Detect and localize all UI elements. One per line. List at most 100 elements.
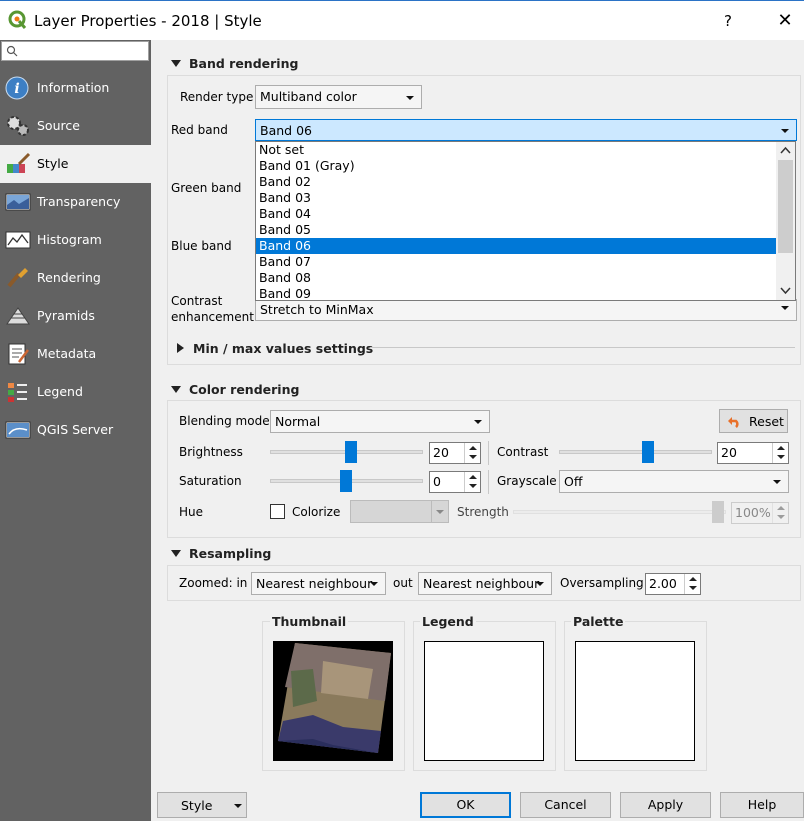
sidebar-item-label: Legend	[37, 384, 83, 399]
strength-spinbox[interactable]: 100%	[731, 502, 789, 524]
colorize-checkbox[interactable]	[270, 504, 285, 519]
chevron-down-icon	[536, 582, 544, 586]
sidebar-item-label: Histogram	[37, 232, 102, 247]
band-option[interactable]: Band 02	[256, 174, 776, 190]
band-option-selected[interactable]: Band 06	[256, 238, 776, 254]
render-type-select[interactable]: Multiband color	[255, 85, 422, 109]
brightness-spinbox[interactable]: 20	[429, 442, 481, 464]
style-menu-button[interactable]: Style	[157, 792, 247, 818]
palette-title: Palette	[571, 614, 626, 629]
oversampling-label: Oversampling	[560, 576, 644, 590]
saturation-slider-handle[interactable]	[340, 470, 352, 492]
scrollbar-thumb[interactable]	[778, 160, 793, 253]
search-input[interactable]	[1, 41, 149, 61]
spin-arrows-icon[interactable]	[772, 443, 788, 463]
close-icon[interactable]: ✕	[770, 9, 800, 33]
sidebar-item-style[interactable]: Style	[0, 145, 151, 183]
saturation-spinbox[interactable]: 0	[429, 471, 481, 493]
band-option[interactable]: Band 08	[256, 270, 776, 286]
blending-mode-select[interactable]: Normal	[270, 410, 490, 433]
grayscale-select[interactable]: Off	[559, 470, 789, 493]
scroll-down-icon[interactable]	[780, 287, 791, 295]
red-band-label: Red band	[171, 123, 228, 137]
ok-button[interactable]: OK	[420, 792, 511, 818]
render-type-label: Render type	[180, 90, 254, 104]
strength-slider-handle[interactable]	[712, 501, 724, 523]
dropdown-scrollbar[interactable]	[776, 142, 795, 300]
apply-button[interactable]: Apply	[620, 792, 711, 818]
zoomed-out-label: out	[393, 576, 413, 590]
minmax-settings-title[interactable]: Min / max values settings	[193, 341, 373, 356]
sidebar-item-rendering[interactable]: Rendering	[0, 259, 151, 297]
band-option[interactable]: Band 09	[256, 286, 776, 300]
svg-text:i: i	[14, 81, 19, 97]
band-option[interactable]: Band 03	[256, 190, 776, 206]
legend-preview-box	[424, 641, 544, 761]
resampling-title: Resampling	[189, 546, 272, 561]
sidebar-item-histogram[interactable]: Histogram	[0, 221, 151, 259]
band-rendering-title: Band rendering	[189, 56, 299, 71]
information-icon: i	[5, 76, 29, 100]
spin-arrows-icon[interactable]	[464, 443, 480, 463]
band-option[interactable]: Band 07	[256, 254, 776, 270]
help-icon[interactable]: ?	[714, 9, 742, 33]
band-option[interactable]: Band 05	[256, 222, 776, 238]
scroll-up-icon[interactable]	[780, 146, 791, 154]
grayscale-label: Grayscale	[497, 474, 557, 488]
strength-slider-track[interactable]	[513, 510, 726, 514]
collapse-band-rendering-icon[interactable]	[171, 60, 181, 67]
sidebar-item-legend[interactable]: Legend	[0, 373, 151, 411]
sidebar-item-label: Information	[37, 80, 110, 95]
spin-arrows-icon[interactable]	[684, 574, 700, 594]
saturation-label: Saturation	[179, 474, 242, 488]
band-option[interactable]: Band 04	[256, 206, 776, 222]
collapse-resampling-icon[interactable]	[171, 550, 181, 557]
contrast-slider-track[interactable]	[559, 450, 712, 454]
color-rendering-title: Color rendering	[189, 382, 300, 397]
contrast-label: Contrast	[497, 445, 549, 459]
sidebar-item-source[interactable]: Source	[0, 107, 151, 145]
hue-label: Hue	[179, 505, 204, 519]
band-option[interactable]: Band 01 (Gray)	[256, 158, 776, 174]
legend-preview-title: Legend	[420, 614, 476, 629]
qgis-server-icon	[5, 421, 31, 439]
saturation-value: 0	[433, 474, 441, 489]
sidebar-item-information[interactable]: i Information	[0, 69, 151, 107]
sidebar-item-metadata[interactable]: Metadata	[0, 335, 151, 373]
help-button[interactable]: Help	[720, 792, 804, 818]
band-dropdown-list[interactable]: Not set Band 01 (Gray) Band 02 Band 03 B…	[255, 141, 796, 301]
colorize-color-button[interactable]	[350, 500, 449, 523]
contrast-slider-handle[interactable]	[642, 441, 654, 463]
chevron-down-icon	[436, 510, 444, 514]
contrast-enhancement-label-line2: enhancement	[171, 310, 254, 324]
zoomed-in-select[interactable]: Nearest neighbour	[251, 572, 386, 595]
red-band-select[interactable]: Band 06	[255, 119, 797, 141]
contrast-spinbox[interactable]: 20	[717, 442, 789, 464]
cancel-button[interactable]: Cancel	[520, 792, 611, 818]
sidebar-item-pyramids[interactable]: Pyramids	[0, 297, 151, 335]
contrast-enhancement-select[interactable]: Stretch to MinMax	[255, 299, 797, 321]
expand-minmax-icon[interactable]	[177, 343, 184, 353]
window-title: Layer Properties - 2018 | Style	[34, 12, 262, 30]
spin-arrows-icon[interactable]	[464, 472, 480, 492]
oversampling-spinbox[interactable]: 2.00	[645, 573, 701, 595]
sidebar-item-transparency[interactable]: Transparency	[0, 183, 151, 221]
zoomed-out-select[interactable]: Nearest neighbour	[418, 572, 552, 595]
style-brush-icon	[7, 152, 31, 173]
colorize-label: Colorize	[292, 505, 341, 519]
brightness-slider-handle[interactable]	[345, 441, 357, 463]
zoomed-out-value: Nearest neighbour	[423, 576, 540, 591]
spin-arrows-icon	[772, 503, 788, 523]
collapse-color-rendering-icon[interactable]	[171, 386, 181, 393]
pyramids-icon	[6, 307, 30, 325]
palette-box	[575, 641, 695, 761]
sidebar-item-label: Metadata	[37, 346, 97, 361]
legend-icon	[8, 383, 27, 402]
reset-button[interactable]: Reset	[719, 409, 788, 433]
band-option[interactable]: Not set	[256, 142, 776, 158]
divider	[488, 470, 489, 494]
strength-label: Strength	[457, 505, 509, 519]
sidebar-item-qgis-server[interactable]: QGIS Server	[0, 411, 151, 449]
chevron-down-icon	[773, 480, 781, 484]
brightness-value: 20	[433, 445, 449, 460]
